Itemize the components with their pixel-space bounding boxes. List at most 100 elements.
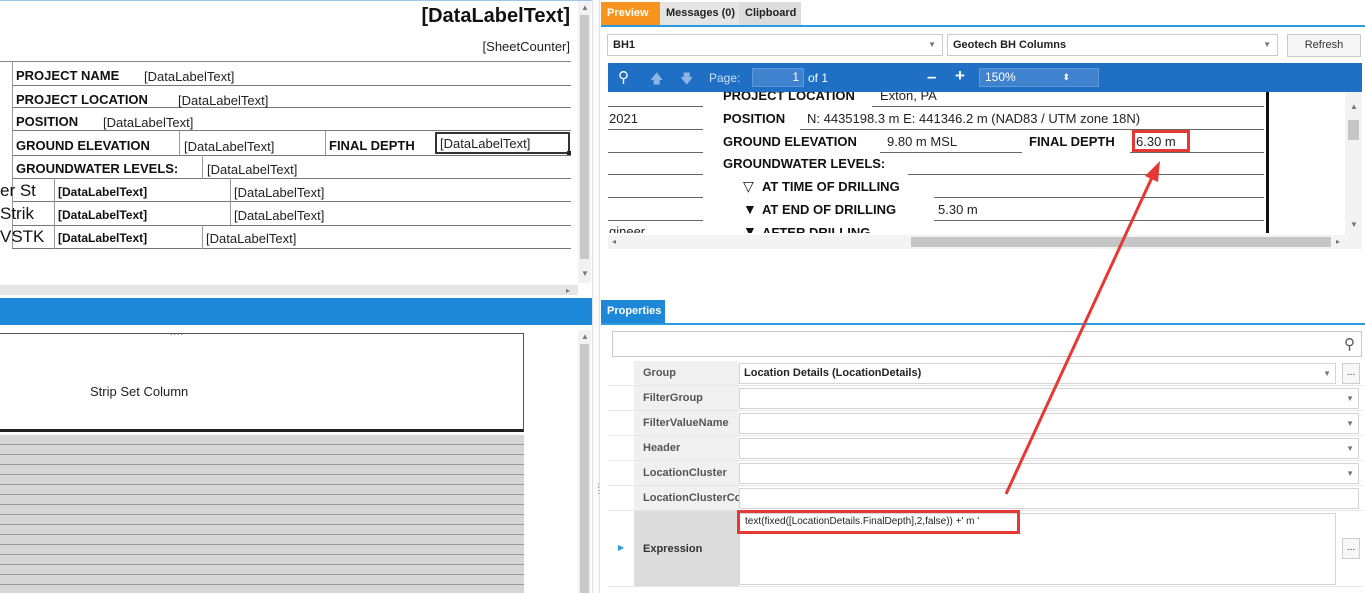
strip-set-panel[interactable]: .... Strip Set Column ▲ [0, 325, 592, 593]
sheet-counter-field[interactable]: [SheetCounter] [483, 39, 570, 54]
report-designer-canvas[interactable]: [DataLabelText] [SheetCounter] PROJECT N… [0, 0, 592, 296]
tab-underline [601, 25, 1365, 27]
expression-highlight-box [737, 510, 1020, 534]
chevron-down-icon: ▼ [1346, 419, 1354, 428]
tab-clipboard[interactable]: Clipboard [739, 2, 801, 25]
ellipsis-button[interactable]: ... [1342, 363, 1360, 384]
ellipsis-button[interactable]: ... [1342, 538, 1360, 559]
designer-horizontal-scrollbar[interactable]: ▸ [0, 285, 578, 295]
scroll-thumb[interactable] [580, 15, 589, 259]
scroll-right-icon[interactable]: ▸ [1336, 237, 1340, 247]
row-divider [12, 130, 571, 131]
zoom-in-icon[interactable]: + [955, 66, 965, 86]
search-icon[interactable]: ⚲ [1344, 335, 1355, 353]
page-number-input[interactable]: 1 [752, 68, 804, 87]
column-divider [179, 130, 180, 156]
scroll-down-icon[interactable]: ▼ [581, 269, 589, 279]
property-row-locationcluster[interactable]: LocationCluster ▼ [608, 461, 1363, 486]
final-depth-value-selected[interactable]: [DataLabelText] [435, 132, 571, 155]
property-row-group[interactable]: Group Location Details (LocationDetails)… [608, 361, 1363, 386]
preview-vertical-scrollbar[interactable]: ▲ ▼ [1345, 92, 1362, 235]
ground-elevation-label[interactable]: GROUND ELEVATION [16, 138, 150, 153]
scroll-up-icon[interactable]: ▲ [1350, 102, 1358, 112]
property-value-select[interactable]: ▼ [739, 463, 1359, 484]
row-selected-marker-icon: ▶ [618, 543, 625, 552]
column-divider [325, 130, 326, 156]
property-row-locationclustercolumn[interactable]: LocationClusterCo [608, 486, 1363, 511]
zoom-select[interactable]: 150% ⬍ [979, 68, 1099, 87]
groundwater-levels-value[interactable]: [DataLabelText] [207, 162, 297, 177]
chevron-down-icon: ▼ [1346, 469, 1354, 478]
gw-value-1[interactable]: [DataLabelText] [234, 185, 324, 200]
final-depth-label[interactable]: FINAL DEPTH [329, 138, 415, 153]
property-name: LocationCluster [634, 461, 739, 485]
property-value-select[interactable]: ▼ [739, 413, 1359, 434]
property-row-filtergroup[interactable]: FilterGroup ▼ [608, 386, 1363, 411]
ground-elevation-value[interactable]: [DataLabelText] [184, 139, 274, 154]
scroll-thumb[interactable] [911, 237, 1331, 247]
water-level-open-icon: ▽ [743, 178, 754, 194]
scroll-down-icon[interactable]: ▼ [1350, 220, 1358, 230]
report-title-field[interactable]: [DataLabelText] [421, 5, 570, 28]
header-table: PROJECT NAME [DataLabelText] PROJECT LOC… [0, 61, 571, 249]
search-icon[interactable]: ⚲ [618, 68, 629, 86]
field-line [608, 129, 703, 130]
project-name-label[interactable]: PROJECT NAME [16, 68, 119, 83]
project-location-value[interactable]: [DataLabelText] [178, 93, 268, 108]
property-grid: Group Location Details (LocationDetails)… [608, 360, 1363, 593]
chevron-down-icon: ▼ [1263, 40, 1271, 49]
groundwater-levels-label[interactable]: GROUNDWATER LEVELS: [16, 161, 178, 176]
tab-preview[interactable]: Preview [601, 2, 660, 25]
property-value-select[interactable]: Location Details (LocationDetails) ▼ [739, 363, 1336, 384]
position-value[interactable]: [DataLabelText] [103, 115, 193, 130]
borehole-select[interactable]: BH1 ▼ [607, 34, 943, 56]
scroll-right-icon[interactable]: ▸ [566, 286, 570, 296]
strip-set-column[interactable]: Strip Set Column [0, 333, 524, 432]
strip-vertical-scrollbar[interactable]: ▲ [578, 330, 591, 593]
scroll-up-icon[interactable]: ▲ [581, 3, 589, 13]
vertical-splitter[interactable]: ⋮ ⋮ [592, 0, 603, 593]
zoom-out-icon[interactable]: – [927, 67, 936, 87]
resize-handle[interactable] [567, 151, 571, 155]
tab-messages[interactable]: Messages (0) [660, 2, 739, 25]
project-name-value[interactable]: [DataLabelText] [144, 69, 234, 84]
refresh-button[interactable]: Refresh [1287, 34, 1361, 57]
gw-value-2[interactable]: [DataLabelText] [234, 208, 324, 223]
position-label[interactable]: POSITION [16, 114, 78, 129]
tab-underline [601, 323, 1365, 325]
strip-set-column-label: Strip Set Column [90, 384, 189, 399]
chevron-down-icon: ▼ [1346, 394, 1354, 403]
property-value-select[interactable]: ▼ [739, 438, 1359, 459]
page-label: Page: [709, 71, 741, 85]
property-search-input[interactable]: ⚲ [612, 331, 1362, 357]
preview-horizontal-scrollbar[interactable]: ◂ ▸ [608, 235, 1362, 249]
scroll-thumb[interactable] [1348, 120, 1359, 140]
gw-label-2[interactable]: [DataLabelText] [58, 208, 147, 222]
field-line [608, 174, 703, 175]
property-value-select[interactable]: ▼ [739, 388, 1359, 409]
arrow-down-icon[interactable]: 🡇 [680, 70, 693, 92]
field-line [608, 152, 703, 153]
designer-vertical-scrollbar[interactable]: ▲ ▼ [578, 1, 591, 283]
property-value: Location Details (LocationDetails) [744, 367, 922, 379]
scroll-left-icon[interactable]: ◂ [612, 237, 616, 247]
gw-label-1[interactable]: [DataLabelText] [58, 185, 147, 199]
property-name: LocationClusterCo [634, 486, 739, 510]
row-divider [12, 225, 571, 226]
preview-project-location-label: PROJECT LOCATION [723, 92, 855, 103]
project-location-label[interactable]: PROJECT LOCATION [16, 92, 148, 107]
spinner-icon: ⬍ [1062, 72, 1070, 82]
property-row-header[interactable]: Header ▼ [608, 436, 1363, 461]
final-depth-value[interactable]: [DataLabelText] [440, 136, 530, 151]
gw-label-3[interactable]: [DataLabelText] [58, 231, 147, 245]
gw-symbol-2: Strik [0, 204, 34, 223]
gw-value-3[interactable]: [DataLabelText] [206, 231, 296, 246]
scroll-up-icon[interactable]: ▲ [581, 332, 589, 342]
scroll-thumb[interactable] [580, 344, 589, 593]
property-value-input[interactable] [739, 488, 1359, 509]
tab-properties[interactable]: Properties [601, 300, 665, 323]
arrow-up-icon[interactable]: 🡅 [650, 70, 663, 92]
columns-select[interactable]: Geotech BH Columns ▼ [947, 34, 1278, 56]
preview-end-of-drilling-value: 5.30 m [938, 202, 978, 217]
property-row-filtervaluename[interactable]: FilterValueName ▼ [608, 411, 1363, 436]
